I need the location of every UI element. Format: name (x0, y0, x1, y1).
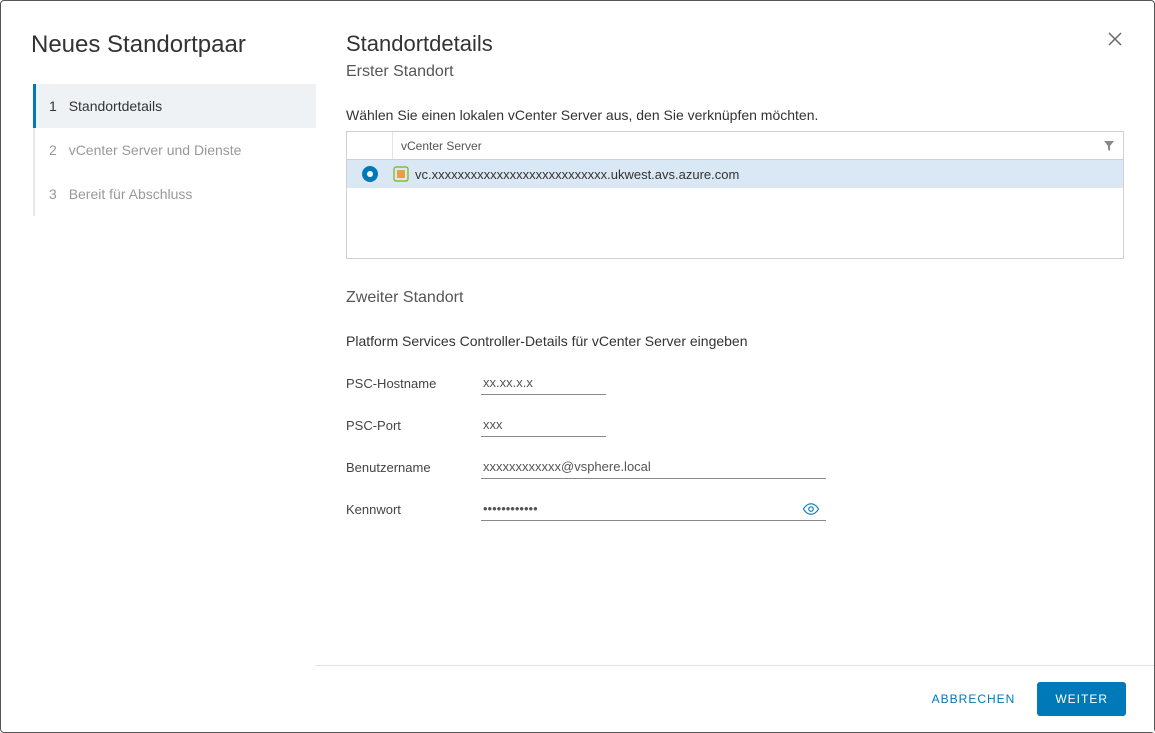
wizard-dialog: Neues Standortpaar 1 Standortdetails 2 v… (0, 0, 1155, 733)
wizard-footer: ABBRECHEN WEITER (316, 665, 1154, 732)
wizard-step-1[interactable]: 1 Standortdetails (33, 84, 316, 128)
close-icon (1107, 31, 1123, 51)
cancel-button[interactable]: ABBRECHEN (928, 682, 1020, 716)
content-area: Wählen Sie einen lokalen vCenter Server … (346, 107, 1124, 732)
section1-instruction: Wählen Sie einen lokalen vCenter Server … (346, 107, 1124, 123)
form-row-psc-port: PSC-Port (346, 413, 1124, 437)
radio-cell[interactable] (347, 166, 393, 182)
wizard-step-3[interactable]: 3 Bereit für Abschluss (35, 172, 316, 216)
psc-port-label: PSC-Port (346, 418, 481, 433)
section2-subtitle: Zweiter Standort (346, 289, 1124, 307)
main-header: Standortdetails Erster Standort (346, 31, 1124, 107)
section1-subtitle: Erster Standort (346, 63, 493, 81)
vcenter-cell: vc.xxxxxxxxxxxxxxxxxxxxxxxxxxx.ukwest.av… (393, 166, 1123, 182)
psc-port-input[interactable] (481, 413, 606, 437)
username-input[interactable] (481, 455, 826, 479)
wizard-main: Standortdetails Erster Standort Wählen S… (316, 1, 1154, 732)
table-header-row: vCenter Server (347, 132, 1123, 160)
step-number: 3 (49, 186, 57, 202)
vcenter-column-header[interactable]: vCenter Server (393, 139, 1123, 153)
page-title: Standortdetails (346, 31, 493, 57)
vcenter-hostname: vc.xxxxxxxxxxxxxxxxxxxxxxxxxxx.ukwest.av… (415, 167, 739, 182)
step-label: Bereit für Abschluss (69, 186, 193, 202)
next-button[interactable]: WEITER (1037, 682, 1126, 716)
username-label: Benutzername (346, 460, 481, 475)
close-button[interactable] (1106, 31, 1124, 49)
step-label: vCenter Server und Dienste (69, 142, 242, 158)
wizard-steps: 1 Standortdetails 2 vCenter Server und D… (33, 84, 316, 216)
column-label: vCenter Server (401, 139, 482, 153)
form-row-psc-host: PSC-Hostname (346, 371, 1124, 395)
vcenter-icon (393, 166, 409, 182)
password-label: Kennwort (346, 502, 481, 517)
vcenter-table: vCenter Server (346, 131, 1124, 259)
password-input[interactable] (481, 497, 826, 521)
form-row-username: Benutzername (346, 455, 1124, 479)
table-row[interactable]: vc.xxxxxxxxxxxxxxxxxxxxxxxxxxx.ukwest.av… (347, 160, 1123, 188)
psc-host-label: PSC-Hostname (346, 376, 481, 391)
wizard-sidebar: Neues Standortpaar 1 Standortdetails 2 v… (1, 1, 316, 732)
wizard-title: Neues Standortpaar (1, 31, 316, 84)
section2-instruction: Platform Services Controller-Details für… (346, 333, 1124, 349)
step-number: 2 (49, 142, 57, 158)
step-label: Standortdetails (69, 98, 162, 114)
psc-host-input[interactable] (481, 371, 606, 395)
wizard-step-2[interactable]: 2 vCenter Server und Dienste (35, 128, 316, 172)
form-row-password: Kennwort (346, 497, 1124, 521)
radio-column-header (347, 132, 393, 159)
step-number: 1 (49, 98, 57, 114)
filter-icon[interactable] (1103, 140, 1115, 152)
radio-selected-icon[interactable] (362, 166, 378, 182)
show-password-icon[interactable] (802, 500, 820, 518)
